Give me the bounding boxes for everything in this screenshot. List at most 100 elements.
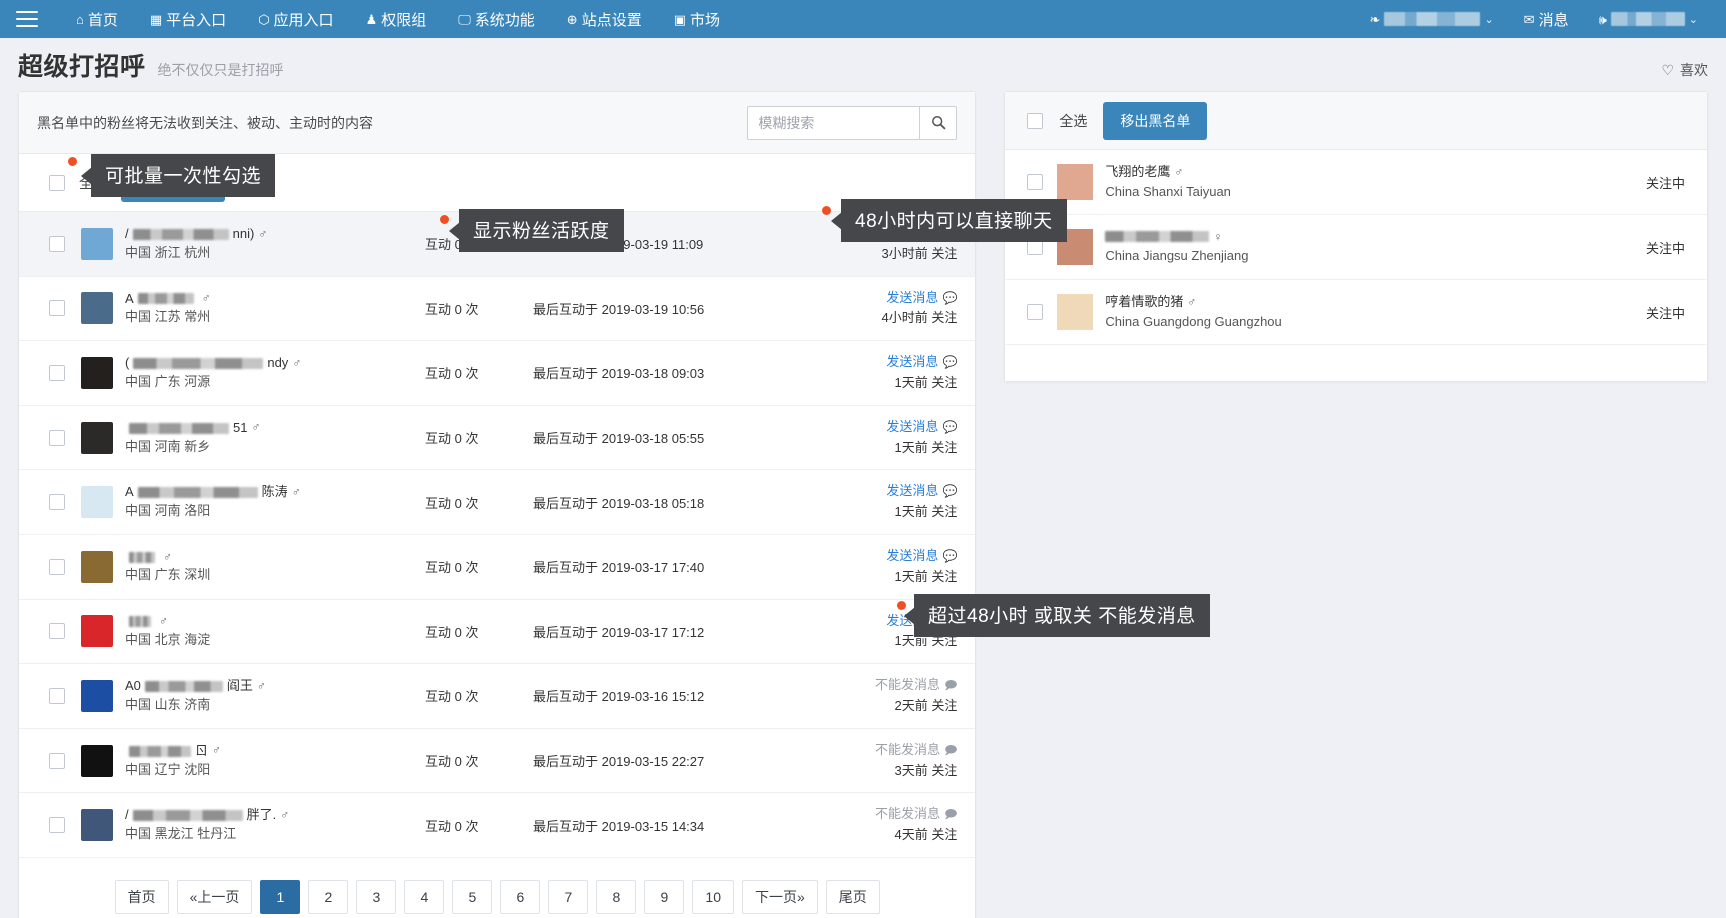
fan-row[interactable]: / 胖了. ♂ 中国 黑龙江 牡丹江 互动 0 次 最后互动于 2019-03-15 14… [19,793,976,858]
pagination-page-10[interactable]: 10 [692,879,734,914]
fan-last-interaction: 最后互动于 2019-03-18 05:18 [533,495,705,511]
search-button[interactable] [919,105,958,140]
annotation-over-48h-dot [897,601,906,610]
fan-row-checkbox[interactable] [49,364,65,381]
pagination-first[interactable]: 首页 [114,879,169,914]
fan-row-checkbox[interactable] [49,817,65,834]
fan-follow-time: 3天前 关注 [894,762,958,778]
blacklist-row-checkbox[interactable] [1027,174,1044,190]
blacklist-name-redacted [1105,231,1210,243]
select-all-checkbox[interactable] [49,174,65,191]
fan-location: 中国 广东 深圳 [125,567,211,583]
fan-row[interactable]: 51 ♂ 中国 河南 新乡 互动 0 次最后互动于 2019-03-18 05:55 发… [19,406,976,471]
send-message-button[interactable]: 发送消息💬 [837,417,957,438]
search-input[interactable] [747,105,920,140]
fan-row-checkbox[interactable] [49,235,65,252]
send-message-button[interactable]: 发送消息💬 [837,288,957,309]
pagination-last[interactable]: 尾页 [825,879,880,914]
nav-wechat-account-selector[interactable]: ❧ ⌄ [1358,0,1506,38]
blacklist-identity: 飞翔的老鹰 ♂ China Shanxi Taiyuan [1105,162,1231,202]
nav-item-app-entry[interactable]: ⬡ 应用入口 [242,0,349,38]
send-message-button: 不能发消息 🗩 [875,741,958,757]
gender-icon: ♂ [1174,164,1184,179]
nav-item-platform-entry[interactable]: ▦ 平台入口 [134,0,242,38]
pagination-page-8[interactable]: 8 [596,879,637,914]
fan-row[interactable]: ♂中国 北京 海淀互动 0 次最后互动于 2019-03-17 17:12发送消… [19,600,976,665]
fan-last-interaction: 最后互动于 2019-03-18 09:03 [533,366,705,382]
send-message-button[interactable]: 发送消息💬 [837,352,957,373]
send-message-button[interactable]: 发送消息💬 [837,481,957,502]
favorite-button[interactable]: ♡ 喜欢 [1661,60,1708,83]
fan-row-checkbox[interactable] [49,623,65,640]
fan-row[interactable]: A 陈涛 ♂ 中国 河南 洛阳 互动 0 次 最后互动于 2019-03-18 05:18… [19,470,976,535]
fan-name: / 胖了. ♂ [125,806,425,825]
pagination-page-3[interactable]: 3 [356,879,397,914]
pagination-page-7[interactable]: 7 [548,879,589,914]
blacklist-row[interactable]: 飞翔的老鹰 ♂ China Shanxi Taiyuan 关注中 [1005,150,1707,215]
fan-row-checkbox[interactable] [49,300,65,317]
fan-interaction-count: 互动 0 次 [425,818,479,834]
blacklist-row[interactable]: 哼着情歌的猪 ♂ China Guangdong Guangzhou 关注中 [1005,280,1707,345]
blacklist-select-all-checkbox[interactable] [1027,112,1044,129]
fan-row-checkbox[interactable] [49,429,65,446]
chat-bubble-filled-icon: 💬 [942,355,958,370]
pagination-next[interactable]: 下一页» [741,879,818,914]
hamburger-menu-icon[interactable] [16,11,38,27]
envelope-icon: ✉ [1523,11,1535,27]
chat-bubble-filled-icon: 💬 [942,484,958,499]
fan-last-interaction: 最后互动于 2019-03-18 05:55 [533,431,705,447]
blacklist-identity: 哼着情歌的猪 ♂ China Guangdong Guangzhou [1105,292,1281,332]
fan-name-prefix: A [125,290,134,306]
pagination-prev[interactable]: «上一页 [176,879,253,914]
nav-item-site-settings[interactable]: ⊕ 站点设置 [551,0,658,38]
pagination-page-5[interactable]: 5 [452,879,493,914]
fan-last-interaction: 最后互动于 2019-03-19 10:56 [533,301,705,317]
pagination-page-2[interactable]: 2 [308,879,349,914]
blacklist-row-checkbox[interactable] [1027,304,1044,320]
chat-bubble-filled-icon: 💬 [942,419,958,434]
nav-item-site-settings-label: 站点设置 [581,11,642,29]
chat-bubble-outline-icon: 🗩 [944,678,958,693]
fan-row-checkbox[interactable] [49,687,65,704]
fan-row-checkbox[interactable] [49,558,65,575]
nav-item-system-function[interactable]: 🖵 系统功能 [442,0,551,38]
send-message-button[interactable]: 发送消息💬 [837,546,957,567]
blacklist-toolbar: 全选 移出黑名单 [1005,92,1707,150]
pagination-page-9[interactable]: 9 [644,879,685,914]
fan-row[interactable]: (ndy ♂ 中国 广东 河源 互动 0 次 最后互动于 2019-03-18 09:0… [19,341,976,406]
fan-name-redacted [137,293,194,305]
avatar [81,486,113,519]
fan-name-prefix: A [125,484,134,500]
gender-icon: ♂ [163,549,172,564]
pagination-page-4[interactable]: 4 [404,879,445,914]
fan-name-redacted [144,681,223,693]
fan-identity: (ndy ♂ 中国 广东 河源 [125,354,425,392]
fan-interaction-count: 互动 0 次 [425,301,479,317]
fan-location: 中国 黑龙江 牡丹江 [125,826,237,842]
fan-identity: A0 阎王 ♂ 中国 山东 济南 [125,677,425,715]
fan-interaction-count: 互动 0 次 [425,754,479,770]
nav-item-permission-group[interactable]: ♟ 权限组 [350,0,443,38]
nav-item-market[interactable]: ▣ 市场 [658,0,736,38]
chevron-down-icon: ⌄ [1484,13,1494,26]
remove-from-blacklist-button[interactable]: 移出黑名单 [1103,101,1208,140]
favorite-label: 喜欢 [1680,62,1708,78]
fan-row[interactable]: A0 阎王 ♂ 中国 山东 济南 互动 0 次 最后互动于 2019-03-16 15:1… [19,664,976,729]
fan-last-interaction: 最后互动于 2019-03-16 15:12 [533,689,705,705]
fan-last-interaction: 最后互动于 2019-03-15 14:34 [533,818,705,834]
pagination-page-6[interactable]: 6 [500,879,541,914]
avatar [81,615,113,648]
nav-broadcast-account-selector[interactable]: 🕪 ⌄ [1587,0,1710,38]
pagination-page-1[interactable]: 1 [260,879,301,914]
nav-item-messages[interactable]: ✉ 消息 [1512,0,1581,38]
fan-location: 中国 浙江 杭州 [125,244,211,260]
fan-row[interactable]: ♂ 中国 广东 深圳 互动 0 次 最后互动于 2019-03-17 17:40 发送消… [19,535,976,600]
blacklist-name-text: 飞翔的老鹰 [1105,163,1171,179]
nav-item-market-label: 市场 [690,11,721,29]
nav-item-home[interactable]: ⌂ 首页 [60,0,134,38]
blacklist-row[interactable]: ♀ China Jiangsu Zhenjiang 关注中 [1005,215,1707,280]
fan-row[interactable]: A ♂ 中国 江苏 常州 互动 0 次最后互动于 2019-03-19 10:56 发送… [19,277,976,342]
fan-row-checkbox[interactable] [49,494,65,511]
fan-row[interactable]: ㄖ ♂ 中国 辽宁 沈阳 互动 0 次最后互动于 2019-03-15 22:27 不能… [19,729,976,794]
fan-row-checkbox[interactable] [49,752,65,769]
